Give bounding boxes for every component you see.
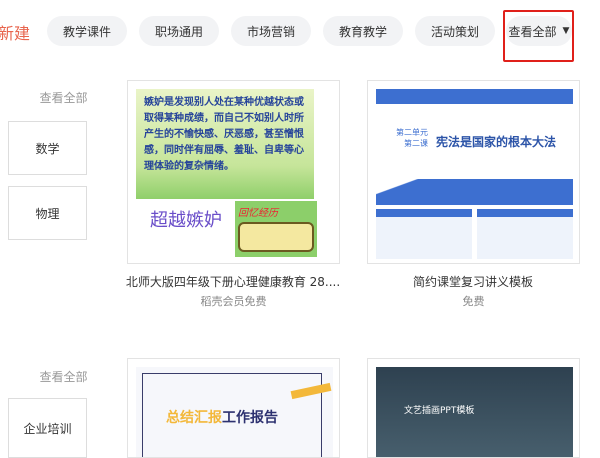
thumb-heading-b: 工作报告 [222, 410, 278, 426]
view-all-dropdown[interactable]: 查看全部 ▼ [506, 16, 572, 46]
card-title[interactable]: 北师大版四年级下册心理健康教育 28.... [118, 273, 348, 290]
unit-text: 第二单元 [396, 128, 428, 137]
card-thumbnail: 第二单元第二课 宪法是国家的根本大法 [376, 89, 573, 259]
card-price: 稻壳会员免费 [200, 295, 267, 308]
lesson-text: 第二课 [404, 139, 428, 148]
card-title[interactable]: 简约课堂复习讲义模板 [358, 273, 588, 290]
tag-teaching-courseware[interactable]: 教学课件 [47, 16, 127, 46]
badge-text: 回忆经历 [238, 208, 278, 219]
template-card[interactable]: 嫉妒是发现别人处在某种优越状态或取得某种成绩，而自己不如别人时所产生的不愉快感、… [127, 80, 340, 264]
thumb-caption: 超越嫉妒 [150, 210, 222, 231]
card-thumbnail: 嫉妒是发现别人处在某种优越状态或取得某种成绩，而自己不如别人时所产生的不愉快感、… [136, 89, 314, 199]
category-corporate-training[interactable]: 企业培训 [8, 398, 87, 458]
tag-education[interactable]: 教育教学 [323, 16, 403, 46]
tag-marketing[interactable]: 市场营销 [231, 16, 311, 46]
template-card[interactable]: 文艺插画PPT模板 [367, 358, 580, 458]
thumb-heading: 文艺插画PPT模板 [404, 406, 475, 416]
thumb-text: 嫉妒是发现别人处在某种优越状态或取得某种成绩，而自己不如别人时所产生的不愉快感、… [144, 97, 304, 172]
new-button[interactable]: 新建 [0, 20, 30, 44]
caret-down-icon: ▼ [562, 26, 570, 36]
card-thumbnail: 文艺插画PPT模板 [376, 367, 573, 457]
view-all-label: 查看全部 [508, 24, 557, 39]
card-price: 免费 [462, 295, 485, 308]
category-math[interactable]: 数学 [8, 121, 87, 175]
tag-event-planning[interactable]: 活动策划 [415, 16, 495, 46]
tag-workplace[interactable]: 职场通用 [139, 16, 219, 46]
section-view-all[interactable]: 查看全部 [24, 89, 103, 106]
category-physics[interactable]: 物理 [8, 186, 87, 240]
thumb-heading-a: 总结汇报 [166, 410, 222, 426]
section-view-all[interactable]: 查看全部 [24, 368, 103, 385]
card-thumbnail: 总结汇报工作报告 [136, 367, 333, 457]
template-card[interactable]: 第二单元第二课 宪法是国家的根本大法 [367, 80, 580, 264]
thumb-heading: 宪法是国家的根本大法 [436, 135, 557, 149]
template-card[interactable]: 总结汇报工作报告 [127, 358, 340, 458]
thumb-badge: 回忆经历 [235, 201, 317, 257]
